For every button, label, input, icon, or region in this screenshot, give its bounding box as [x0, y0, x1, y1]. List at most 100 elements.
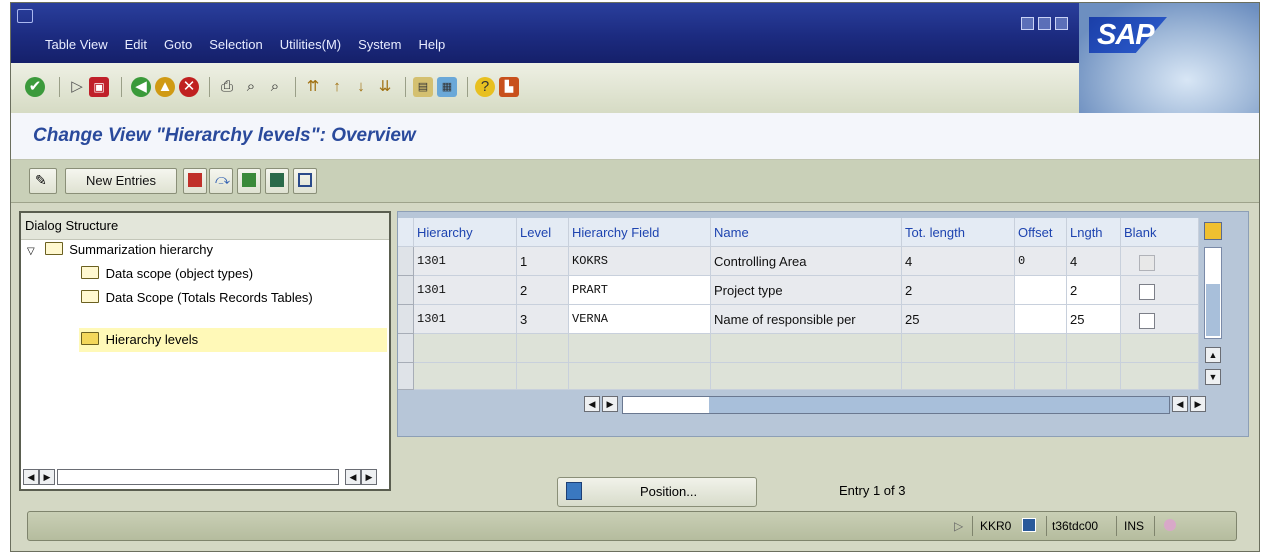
- system-menu-icon[interactable]: [17, 9, 33, 23]
- menu-goto[interactable]: Goto: [164, 37, 192, 57]
- display-change-button[interactable]: ✎: [29, 168, 57, 194]
- menu-help[interactable]: Help: [418, 37, 445, 57]
- entry-counter: Entry 1 of 3: [839, 483, 906, 498]
- cell-level: 3: [517, 305, 569, 334]
- row-selector[interactable]: [398, 276, 414, 305]
- undo-change-button[interactable]: [237, 168, 261, 194]
- cell-hierarchy-field[interactable]: PRART: [569, 276, 711, 305]
- help-icon[interactable]: ?: [475, 77, 495, 97]
- menu-edit[interactable]: Edit: [125, 37, 147, 57]
- menu-system[interactable]: System: [358, 37, 401, 57]
- main-menu: Table View Edit Goto Selection Utilities…: [45, 37, 462, 57]
- column-header-name[interactable]: Name: [711, 218, 902, 247]
- column-header-lngth[interactable]: Lngth: [1067, 218, 1121, 247]
- minimize-button[interactable]: [1021, 17, 1034, 30]
- status-transaction: t36tdc00: [1052, 519, 1099, 533]
- row-selector[interactable]: [398, 363, 414, 390]
- create-session-icon[interactable]: ▤: [413, 77, 433, 97]
- blank-checkbox[interactable]: [1139, 283, 1155, 300]
- cell-offset[interactable]: [1015, 276, 1067, 305]
- folder-icon: [81, 290, 99, 303]
- previous-page-icon[interactable]: ↑: [327, 77, 347, 97]
- status-separator: [1116, 516, 1117, 536]
- cell-hierarchy: 1301: [414, 276, 517, 305]
- command-field-toggle-icon[interactable]: ▷: [67, 77, 87, 97]
- scroll-up-icon[interactable]: ▲: [1205, 347, 1221, 363]
- vertical-scrollbar-track[interactable]: [1204, 247, 1222, 339]
- menu-utilities[interactable]: Utilities(M): [280, 37, 341, 57]
- blank-checkbox[interactable]: [1139, 312, 1155, 329]
- first-page-icon[interactable]: ⇈: [303, 77, 323, 97]
- column-header-blank[interactable]: Blank: [1121, 218, 1199, 247]
- status-mode: INS: [1124, 519, 1145, 533]
- delete-button[interactable]: ⤼: [209, 168, 233, 194]
- back-icon[interactable]: ◀: [131, 77, 151, 97]
- close-window-button[interactable]: [1055, 17, 1068, 30]
- menu-selection[interactable]: Selection: [209, 37, 262, 57]
- column-header-tot-length[interactable]: Tot. length: [902, 218, 1015, 247]
- column-header-hierarchy-field[interactable]: Hierarchy Field: [569, 218, 711, 247]
- scroll-right-icon[interactable]: ▶: [602, 396, 618, 412]
- next-page-icon[interactable]: ↓: [351, 77, 371, 97]
- empty-cell: [1067, 363, 1121, 390]
- scroll-down-icon[interactable]: ▼: [1205, 369, 1221, 385]
- exit-icon[interactable]: ▲: [155, 77, 175, 97]
- status-server-icon[interactable]: [1022, 518, 1036, 532]
- find-next-icon[interactable]: ⌕: [265, 77, 285, 97]
- scroll-left-icon[interactable]: ◀: [345, 469, 361, 485]
- row-selector[interactable]: [398, 334, 414, 363]
- dialog-horizontal-scrollbar[interactable]: ◀ ▶ ◀ ▶: [23, 469, 387, 487]
- cell-lngth[interactable]: 2: [1067, 276, 1121, 305]
- scroll-right-icon[interactable]: ▶: [39, 469, 55, 485]
- row-selector[interactable]: [398, 305, 414, 334]
- cell-offset[interactable]: [1015, 305, 1067, 334]
- sap-logo-text: SAP: [1097, 19, 1155, 51]
- empty-cell: [414, 363, 517, 390]
- generate-shortcut-icon[interactable]: ▦: [437, 77, 457, 97]
- cell-hierarchy-field[interactable]: VERNA: [569, 305, 711, 334]
- enter-icon[interactable]: ✔: [25, 77, 45, 97]
- scroll-right-icon[interactable]: ▶: [1190, 396, 1206, 412]
- horizontal-scrollbar-thumb[interactable]: [623, 397, 709, 413]
- status-expand-icon[interactable]: ▷: [954, 516, 963, 536]
- column-header-level[interactable]: Level: [517, 218, 569, 247]
- find-icon[interactable]: ⌕: [241, 77, 261, 97]
- empty-cell: [1015, 363, 1067, 390]
- select-block-button[interactable]: [293, 168, 317, 194]
- save-icon[interactable]: ▣: [89, 77, 109, 97]
- cell-lngth[interactable]: 25: [1067, 305, 1121, 334]
- status-separator: [972, 516, 973, 536]
- cell-tot-length: 4: [902, 247, 1015, 276]
- empty-cell: [517, 363, 569, 390]
- new-entries-button[interactable]: New Entries: [65, 168, 177, 194]
- row-selector[interactable]: [398, 247, 414, 276]
- scroll-left-icon[interactable]: ◀: [584, 396, 600, 412]
- position-button[interactable]: Position...: [557, 477, 757, 507]
- last-page-icon[interactable]: ⇊: [375, 77, 395, 97]
- tree-node-summarization-hierarchy[interactable]: ▽ Summarization hierarchy: [27, 239, 213, 261]
- horizontal-scrollbar-track[interactable]: [622, 396, 1170, 414]
- table-settings-icon[interactable]: [1204, 222, 1222, 240]
- tree-node-hierarchy-levels[interactable]: Hierarchy levels: [81, 329, 198, 351]
- select-all-rows[interactable]: [398, 218, 414, 247]
- scroll-left-icon[interactable]: ◀: [1172, 396, 1188, 412]
- scroll-right-icon[interactable]: ▶: [361, 469, 377, 485]
- vertical-scrollbar-thumb[interactable]: [1206, 284, 1220, 336]
- toolbar-separator: [405, 77, 406, 97]
- menu-table-view[interactable]: Table View: [45, 37, 108, 57]
- column-header-hierarchy[interactable]: Hierarchy: [414, 218, 517, 247]
- column-header-offset[interactable]: Offset: [1015, 218, 1067, 247]
- copy-as-button[interactable]: [183, 168, 207, 194]
- maximize-button[interactable]: [1038, 17, 1051, 30]
- sap-window: Table View Edit Goto Selection Utilities…: [10, 2, 1260, 552]
- expand-triangle-icon[interactable]: ▽: [27, 241, 41, 263]
- select-all-button[interactable]: [265, 168, 289, 194]
- empty-cell: [711, 363, 902, 390]
- tree-node-data-scope-totals[interactable]: Data Scope (Totals Records Tables): [81, 287, 313, 309]
- scrollbar-track[interactable]: [57, 469, 339, 485]
- layout-menu-icon[interactable]: ▙: [499, 77, 519, 97]
- scroll-left-icon[interactable]: ◀: [23, 469, 39, 485]
- tree-node-data-scope-object-types[interactable]: Data scope (object types): [81, 263, 253, 285]
- cancel-icon[interactable]: ✕: [179, 77, 199, 97]
- print-icon[interactable]: ⎙: [217, 77, 237, 97]
